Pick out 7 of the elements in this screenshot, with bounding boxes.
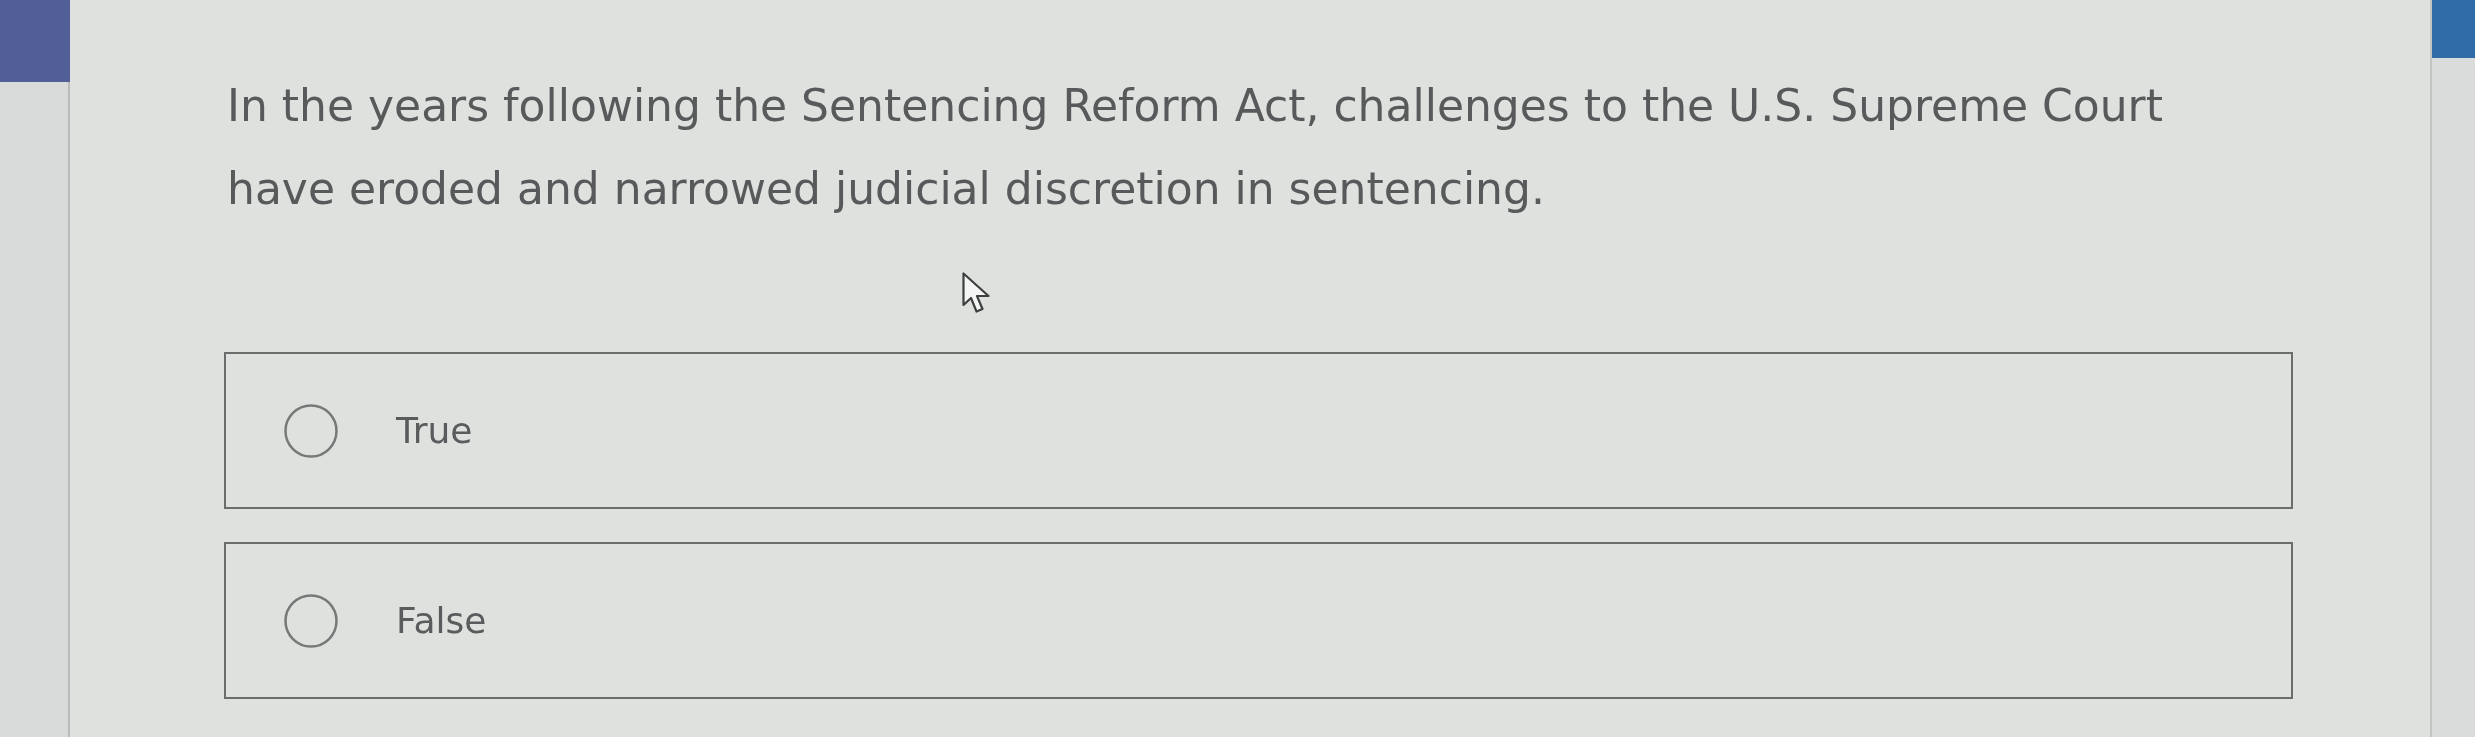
radio-button[interactable]: [284, 403, 338, 458]
corner-block: [2432, 0, 2475, 58]
radio-button[interactable]: [284, 593, 338, 648]
answer-option[interactable]: True: [224, 352, 2293, 509]
answer-option[interactable]: False: [224, 542, 2293, 699]
question-text: In the years following the Sentencing Reform Act, challenges to the U.S. Supreme Court have eroded and narrowed judicial discretion in sentencing.: [227, 79, 2164, 216]
cursor-icon: [962, 272, 991, 314]
